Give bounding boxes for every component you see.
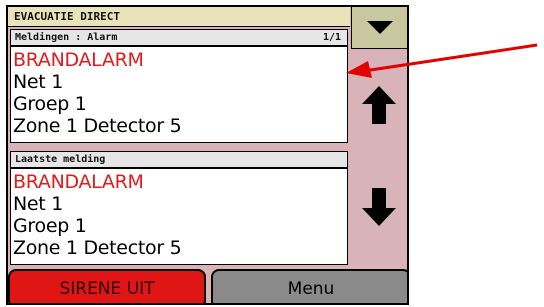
- red-arrow-annotation-icon: [346, 43, 538, 78]
